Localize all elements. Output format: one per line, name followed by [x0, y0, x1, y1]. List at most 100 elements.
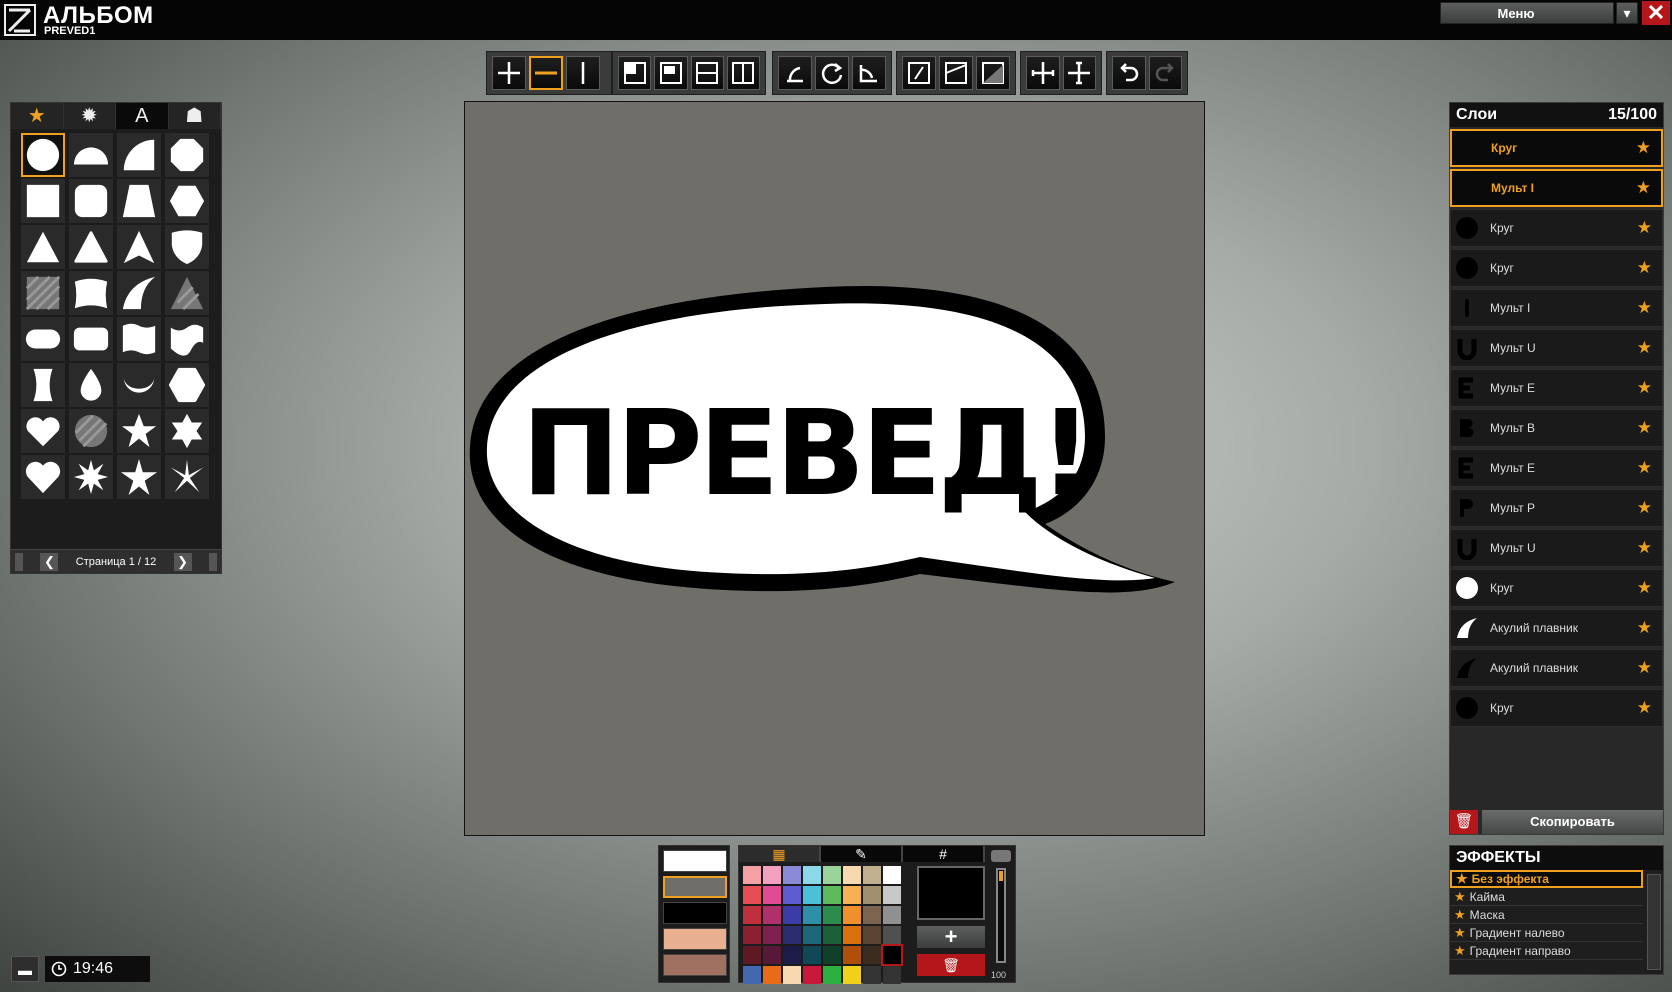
- color-swatch[interactable]: [883, 866, 901, 884]
- shape-hexagon[interactable]: [165, 179, 209, 223]
- flip-horizontal-icon[interactable]: [1026, 56, 1060, 90]
- add-color-button[interactable]: +: [917, 926, 985, 948]
- shape-crescent[interactable]: [117, 363, 161, 407]
- rotate-icon[interactable]: [815, 56, 849, 90]
- color-swatch[interactable]: [783, 866, 801, 884]
- tab-effects[interactable]: ✹: [63, 103, 116, 129]
- color-swatch[interactable]: [803, 966, 821, 984]
- star-icon[interactable]: ★: [1637, 458, 1652, 478]
- effect-item[interactable]: ★ Градиент направо: [1450, 942, 1643, 960]
- shape-burst[interactable]: [69, 455, 113, 499]
- color-swatch[interactable]: [743, 926, 761, 944]
- color-swatch[interactable]: [823, 906, 841, 924]
- color-swatch[interactable]: [843, 966, 861, 984]
- move-horizontal-icon[interactable]: [529, 56, 563, 90]
- color-swatch[interactable]: [863, 866, 881, 884]
- shape-pillow[interactable]: [69, 271, 113, 315]
- swatch-slot[interactable]: [663, 928, 727, 950]
- star-icon[interactable]: ★: [1637, 618, 1652, 638]
- tab-text[interactable]: A: [116, 103, 169, 129]
- scale-height-icon[interactable]: [726, 56, 760, 90]
- shape-circle[interactable]: [21, 133, 65, 177]
- shape-shield[interactable]: [165, 225, 209, 269]
- delete-layer-button[interactable]: 🗑: [1450, 810, 1478, 834]
- star-icon[interactable]: ★: [1636, 138, 1651, 158]
- star-icon[interactable]: ★: [1637, 218, 1652, 238]
- layer-item[interactable]: Мульт E ★: [1450, 449, 1663, 487]
- color-swatch[interactable]: [823, 926, 841, 944]
- move-both-icon[interactable]: [492, 56, 526, 90]
- shape-star-five[interactable]: [117, 409, 161, 453]
- color-swatch[interactable]: [843, 946, 861, 964]
- layer-item[interactable]: Мульт E ★: [1450, 369, 1663, 407]
- color-swatch[interactable]: [743, 946, 761, 964]
- opacity-slider[interactable]: 100: [991, 850, 1011, 980]
- color-swatch[interactable]: [863, 946, 881, 964]
- star-icon[interactable]: ★: [1637, 338, 1652, 358]
- color-swatch[interactable]: [803, 926, 821, 944]
- shape-rounded-triangle[interactable]: [69, 225, 113, 269]
- rotate-right-icon[interactable]: [852, 56, 886, 90]
- color-swatch[interactable]: [843, 866, 861, 884]
- opacity-handle[interactable]: [999, 871, 1003, 881]
- shape-star-six[interactable]: [165, 409, 209, 453]
- color-swatch[interactable]: [743, 886, 761, 904]
- shape-pill[interactable]: [21, 317, 65, 361]
- effect-item[interactable]: ★ Без эффекта: [1450, 870, 1643, 888]
- shape-drop[interactable]: [69, 363, 113, 407]
- shape-square[interactable]: [21, 179, 65, 223]
- drawing-canvas[interactable]: ПРЕВЕД!: [464, 101, 1205, 836]
- delete-color-button[interactable]: 🗑: [917, 954, 985, 976]
- color-swatch[interactable]: [783, 946, 801, 964]
- color-swatch[interactable]: [823, 946, 841, 964]
- layer-item[interactable]: Мульт U ★: [1450, 329, 1663, 367]
- layer-item[interactable]: Круг ★: [1450, 569, 1663, 607]
- layer-item[interactable]: Круг ★: [1450, 249, 1663, 287]
- menu-button[interactable]: Меню: [1440, 2, 1614, 24]
- first-page-button[interactable]: [15, 552, 23, 571]
- color-swatch[interactable]: [743, 906, 761, 924]
- color-swatch[interactable]: [783, 906, 801, 924]
- skew-horizontal-icon[interactable]: [939, 56, 973, 90]
- effect-item[interactable]: ★ Кайма: [1450, 888, 1643, 906]
- layer-item[interactable]: Круг ★: [1450, 209, 1663, 247]
- star-icon[interactable]: ★: [1637, 418, 1652, 438]
- color-swatch[interactable]: [823, 886, 841, 904]
- layer-item[interactable]: Акулий плавник ★: [1450, 649, 1663, 687]
- star-icon[interactable]: ★: [1637, 378, 1652, 398]
- color-swatch[interactable]: [803, 906, 821, 924]
- effect-item[interactable]: ★ Градиент налево: [1450, 924, 1643, 942]
- star-icon[interactable]: ★: [1637, 698, 1652, 718]
- shape-flag[interactable]: [117, 317, 161, 361]
- color-swatch[interactable]: [763, 886, 781, 904]
- swatch-slot[interactable]: [663, 850, 727, 872]
- shape-half-circle[interactable]: [69, 133, 113, 177]
- shape-star-thin[interactable]: [165, 455, 209, 499]
- color-swatch[interactable]: [763, 926, 781, 944]
- tab-hex[interactable]: #: [903, 846, 985, 862]
- scale-free-icon[interactable]: [654, 56, 688, 90]
- prev-page-button[interactable]: ❮: [40, 552, 59, 571]
- shape-hatched-circle[interactable]: [69, 409, 113, 453]
- shape-rounded-square[interactable]: [69, 179, 113, 223]
- shape-triangle[interactable]: [21, 225, 65, 269]
- shape-rounded-rect[interactable]: [69, 317, 113, 361]
- swatch-slot[interactable]: [663, 954, 727, 976]
- color-swatch[interactable]: [863, 926, 881, 944]
- color-swatch[interactable]: [881, 944, 903, 966]
- star-icon[interactable]: ★: [1637, 658, 1652, 678]
- layer-item[interactable]: Мульт P ★: [1450, 489, 1663, 527]
- chevron-down-icon[interactable]: ▾: [1616, 2, 1638, 24]
- color-swatch[interactable]: [883, 886, 901, 904]
- redo-icon[interactable]: [1148, 56, 1182, 90]
- copy-layer-button[interactable]: Скопировать: [1482, 810, 1663, 834]
- color-swatch[interactable]: [763, 966, 781, 984]
- color-swatch[interactable]: [783, 966, 801, 984]
- star-icon[interactable]: ★: [1636, 178, 1651, 198]
- effects-scrollbar[interactable]: [1647, 874, 1661, 970]
- layer-item[interactable]: Мульт I ★: [1450, 289, 1663, 327]
- color-swatch[interactable]: [883, 966, 901, 984]
- color-swatch[interactable]: [743, 866, 761, 884]
- color-swatch[interactable]: [803, 886, 821, 904]
- last-page-button[interactable]: [209, 552, 217, 571]
